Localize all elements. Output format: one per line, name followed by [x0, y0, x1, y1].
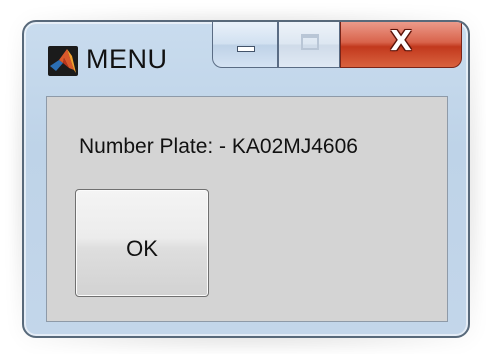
menu-dialog-window: MENU X Number Plate: - KA02MJ4606 OK — [22, 20, 470, 338]
matlab-logo-icon — [48, 46, 78, 76]
page: MENU X Number Plate: - KA02MJ4606 OK — [0, 0, 486, 354]
minimize-icon — [237, 46, 255, 52]
close-icon: X — [390, 24, 412, 57]
title-bar[interactable]: MENU X — [24, 22, 468, 94]
maximize-icon — [301, 34, 319, 50]
number-plate-message: Number Plate: - KA02MJ4606 — [79, 135, 358, 158]
ok-button[interactable]: OK — [75, 189, 209, 297]
window-title: MENU — [86, 44, 168, 74]
window-controls: X — [212, 22, 466, 72]
maximize-button[interactable] — [278, 22, 340, 68]
close-button[interactable]: X — [340, 22, 462, 68]
ok-button-label: OK — [126, 236, 158, 261]
minimize-button[interactable] — [212, 22, 278, 68]
dialog-content: Number Plate: - KA02MJ4606 OK — [46, 96, 448, 322]
